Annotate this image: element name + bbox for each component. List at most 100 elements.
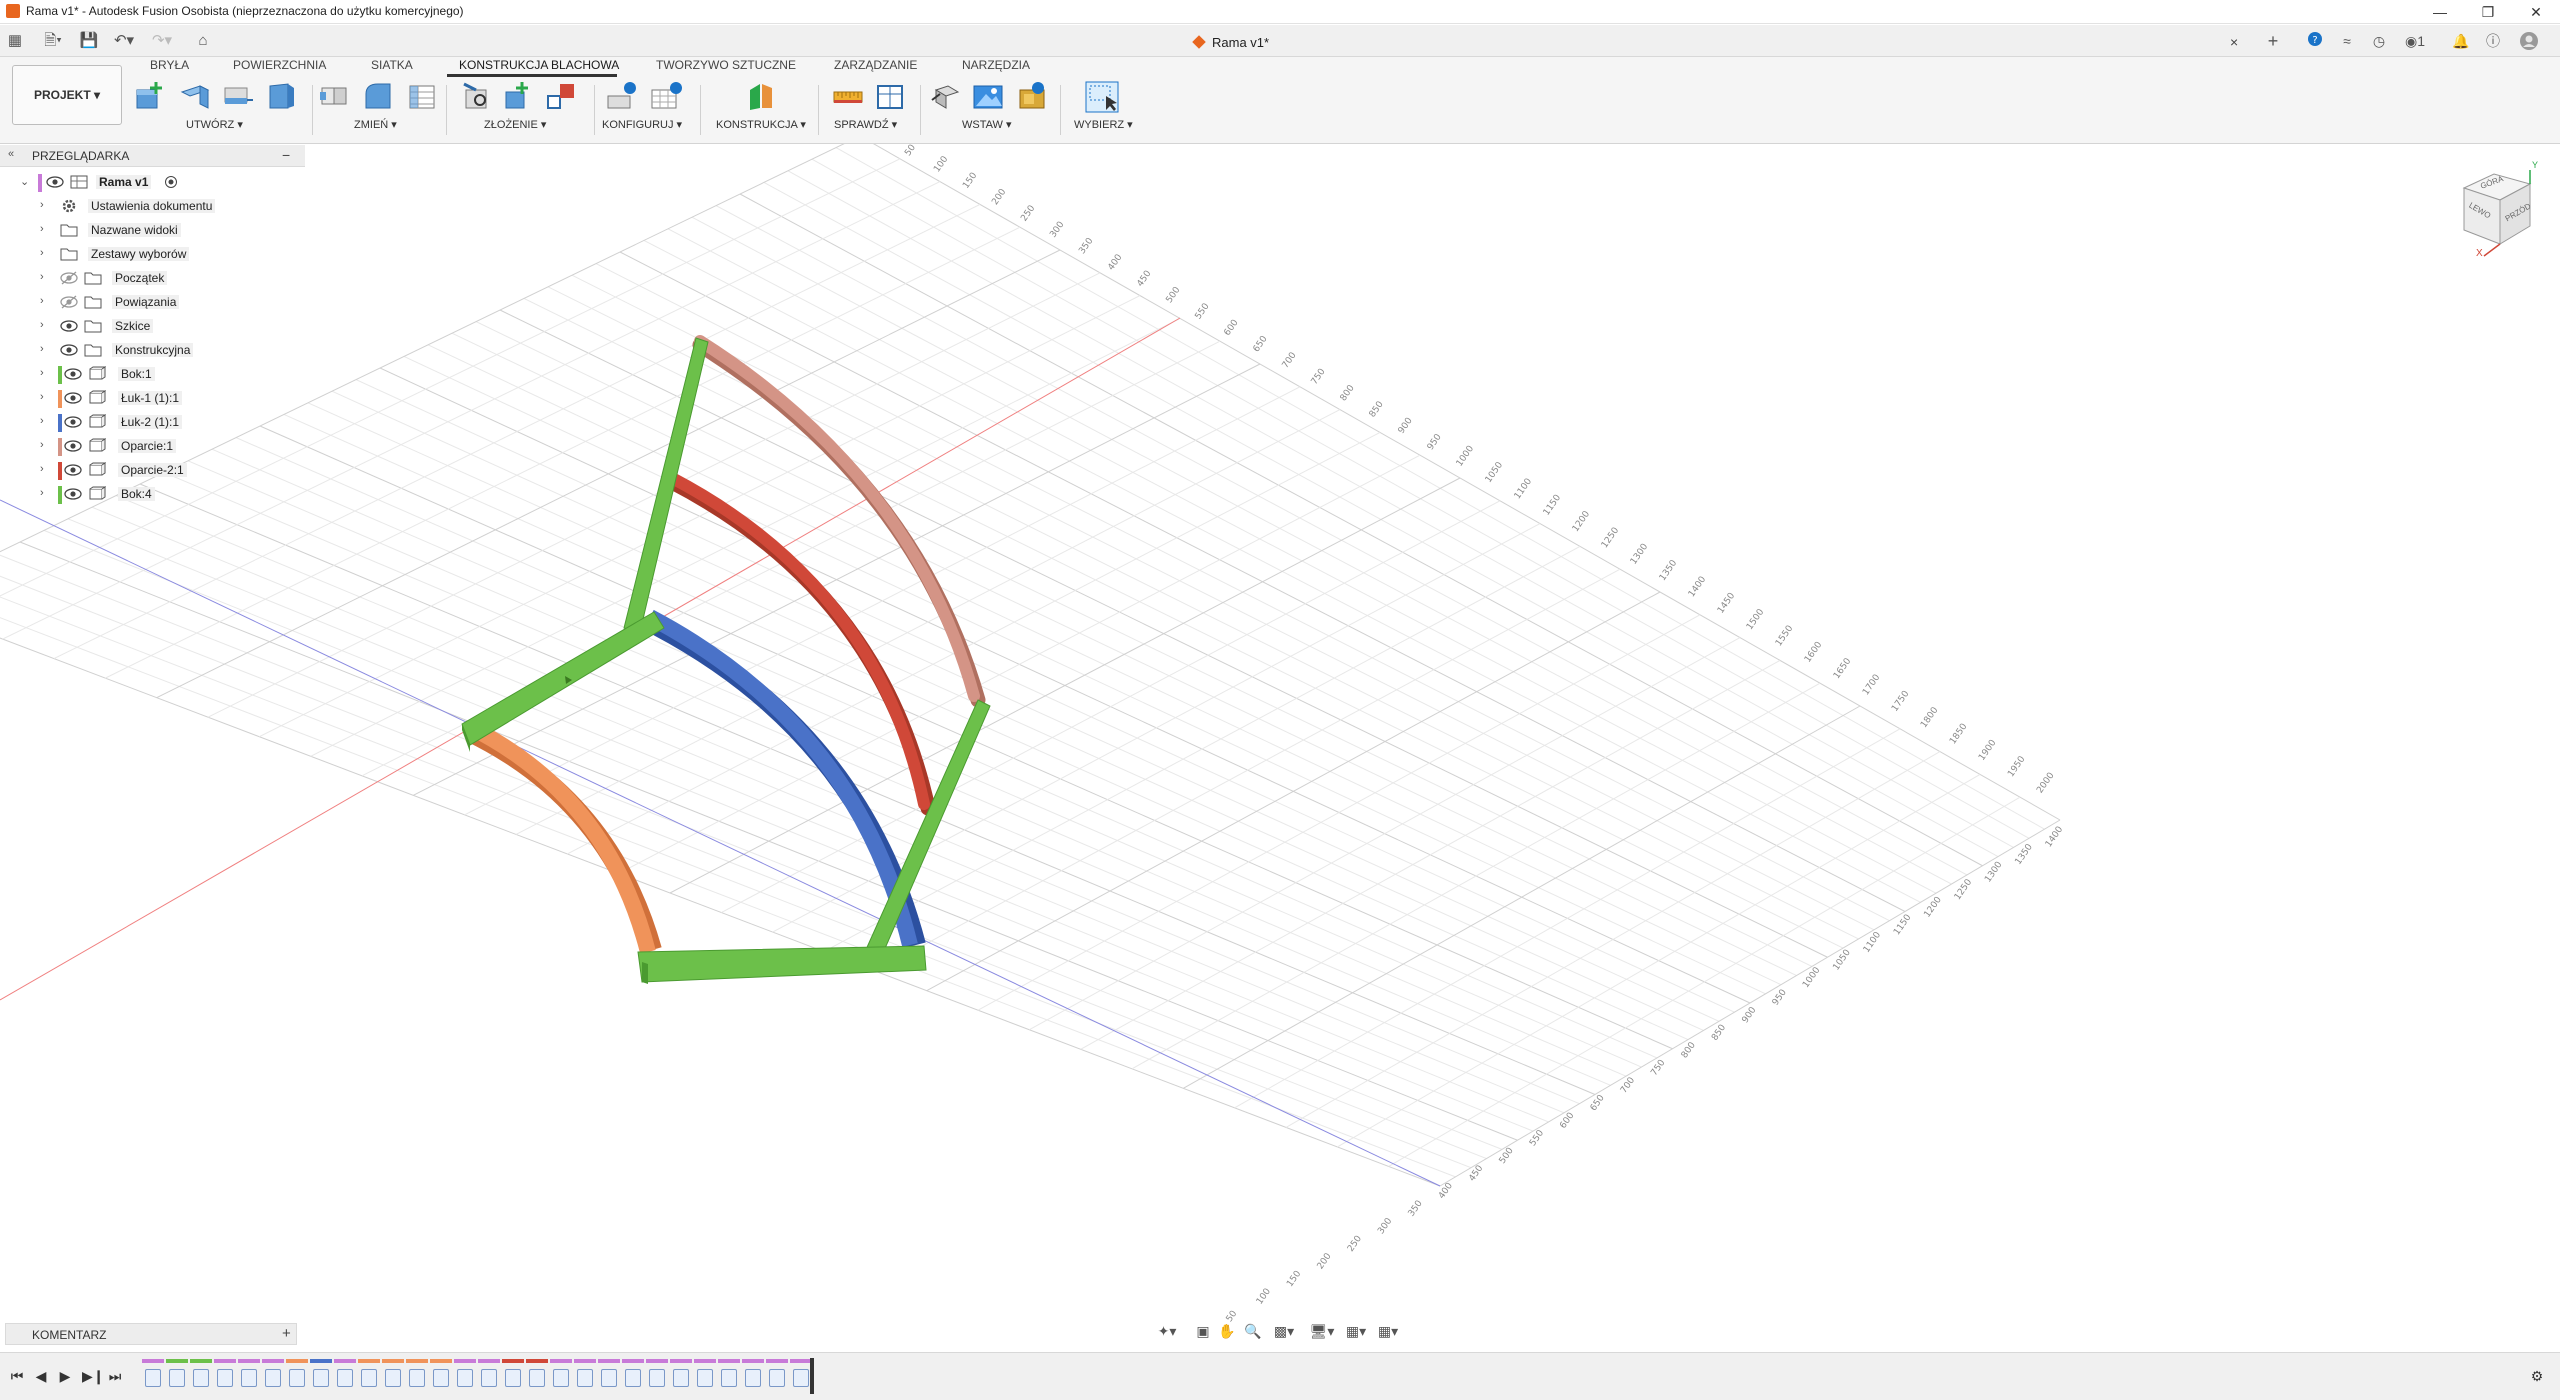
group-wybierz[interactable]: WYBIERZ ▾ [1074,118,1133,131]
tree-item[interactable]: › Nazwane widoki [0,219,305,243]
as-built-joint-icon[interactable] [544,80,576,110]
tab-bryla[interactable]: BRYŁA [150,58,189,72]
tree-item-label[interactable]: Łuk-2 (1):1 [118,415,183,429]
timeline-feature-icon[interactable] [337,1369,353,1387]
tree-item[interactable]: › Konstrukcyjna [0,339,305,363]
undo-icon[interactable]: ↶▾ [110,31,138,51]
timeline-feature-icon[interactable] [409,1369,425,1387]
root-label[interactable]: Rama v1 [96,175,152,189]
tree-item[interactable]: › Szkice [0,315,305,339]
timeline-feature-icon[interactable] [145,1369,161,1387]
collapse-arrow-icon[interactable]: ⌄ [20,175,32,188]
tab-zarzadzanie[interactable]: ZARZĄDZANIE [834,58,917,72]
timeline-feature-icon[interactable] [265,1369,281,1387]
new-tab-button[interactable]: + [2262,31,2284,51]
group-zmien[interactable]: ZMIEŃ ▾ [354,118,397,131]
measure-icon[interactable] [832,80,864,110]
grid-settings-icon[interactable]: ▦▾ [1339,1321,1373,1341]
timeline-feature-icon[interactable] [625,1369,641,1387]
timeline-feature-icon[interactable] [649,1369,665,1387]
tree-item-label[interactable]: Konstrukcyjna [112,343,194,357]
fit-view-icon[interactable]: ▩▾ [1267,1321,1301,1341]
save-icon[interactable]: 💾 [78,31,100,51]
expand-arrow-icon[interactable]: › [40,487,52,499]
timeline-feature-icon[interactable] [601,1369,617,1387]
network-offline-icon[interactable]: ≈ [2336,31,2358,51]
help-icon[interactable]: ⓘ [2482,31,2504,51]
timeline-feature-icon[interactable] [361,1369,377,1387]
timeline-feature-icon[interactable] [553,1369,569,1387]
tab-narzedzia[interactable]: NARZĘDZIA [962,58,1030,72]
timeline-feature-icon[interactable] [385,1369,401,1387]
group-konstrukcja[interactable]: KONSTRUKCJA ▾ [716,118,806,131]
group-utworz[interactable]: UTWÓRZ ▾ [186,118,243,131]
notifications-bell-icon[interactable]: 🔔 [2450,31,2472,51]
zoom-icon[interactable]: 🔍 [1241,1321,1265,1341]
tree-item[interactable]: › Oparcie:1 [0,435,305,459]
tree-item[interactable]: › Oparcie-2:1 [0,459,305,483]
sheet-metal-rules-icon[interactable] [406,80,438,110]
restore-button[interactable]: ❐ [2468,2,2508,22]
tree-item[interactable]: › Początek [0,267,305,291]
interference-icon[interactable] [874,80,906,110]
tree-item-label[interactable]: Oparcie-2:1 [118,463,187,477]
visibility-eye-icon[interactable] [60,342,78,358]
timeline-feature-icon[interactable] [289,1369,305,1387]
expand-arrow-icon[interactable]: › [40,391,52,403]
tab-powierzchnia[interactable]: POWIERZCHNIA [233,58,326,72]
expand-arrow-icon[interactable]: › [40,247,52,259]
expand-arrow-icon[interactable]: › [40,223,52,235]
job-status-icon[interactable]: ◷ [2368,31,2390,51]
offset-plane-icon[interactable] [744,80,776,110]
timeline-feature-icon[interactable] [721,1369,737,1387]
expand-arrow-icon[interactable]: › [40,463,52,475]
timeline-play-icon[interactable]: ▶ [56,1367,74,1385]
visibility-eye-icon[interactable] [64,366,82,382]
visibility-eye-icon[interactable] [64,486,82,502]
new-component-icon[interactable] [460,80,492,110]
view-cube[interactable]: GÓRA LEWO PRZÓD X Y [2450,160,2550,260]
workspace-switcher-button[interactable]: PROJEKT ▾ [12,65,122,125]
tree-item-label[interactable]: Zestawy wyborów [88,247,190,261]
timeline-feature-icon[interactable] [769,1369,785,1387]
tree-item-label[interactable]: Ustawienia dokumentu [88,199,216,213]
visibility-eye-icon[interactable] [64,438,82,454]
home-icon[interactable]: ⌂ [192,31,214,51]
tree-root[interactable]: ⌄ Rama v1 [0,171,305,195]
display-settings-icon[interactable]: 🖥▾ [1305,1321,1339,1341]
expand-arrow-icon[interactable]: › [40,343,52,355]
extensions-icon[interactable]: ? [2304,31,2326,51]
timeline-last-icon[interactable]: ⏭ [106,1367,124,1385]
tab-konstrukcja-blachowa[interactable]: KONSTRUKCJA BLACHOWA [459,58,619,72]
timeline-settings-icon[interactable]: ⚙ [2528,1367,2546,1385]
app-grid-icon[interactable]: ▦ [4,31,26,51]
select-icon[interactable] [1084,80,1119,113]
flange-icon[interactable] [178,80,210,110]
expand-arrow-icon[interactable]: › [40,271,52,283]
timeline-first-icon[interactable]: ⏮ [8,1367,26,1385]
timeline-feature-icon[interactable] [793,1369,809,1387]
joint-icon[interactable] [502,80,534,110]
timeline-feature-icon[interactable] [457,1369,473,1387]
timeline-feature-icon[interactable] [529,1369,545,1387]
unfold-icon[interactable] [318,80,350,110]
timeline-feature-icon[interactable] [505,1369,521,1387]
activate-radio-icon[interactable] [164,174,178,190]
minimize-button[interactable]: — [2420,2,2460,22]
redo-icon[interactable]: ↷▾ [148,31,176,51]
document-tab[interactable]: Rama v1* × [1100,29,2240,57]
tree-item[interactable]: › Łuk-2 (1):1 [0,411,305,435]
contour-flange-icon[interactable] [220,80,253,110]
jobs-count-icon[interactable]: ◉1 [2400,31,2430,51]
timeline-feature-icon[interactable] [481,1369,497,1387]
tree-item-label[interactable]: Oparcie:1 [118,439,177,453]
expand-arrow-icon[interactable]: › [40,319,52,331]
insert-derive-icon[interactable] [930,80,962,110]
group-sprawdz[interactable]: SPRAWDŹ ▾ [834,118,897,131]
viewports-icon[interactable]: ▦▾ [1371,1321,1405,1341]
visibility-eye-icon[interactable] [60,270,78,286]
timeline-feature-icon[interactable] [193,1369,209,1387]
tree-item-label[interactable]: Bok:4 [118,487,155,501]
visibility-eye-icon[interactable] [60,318,78,334]
timeline-feature-icon[interactable] [673,1369,689,1387]
